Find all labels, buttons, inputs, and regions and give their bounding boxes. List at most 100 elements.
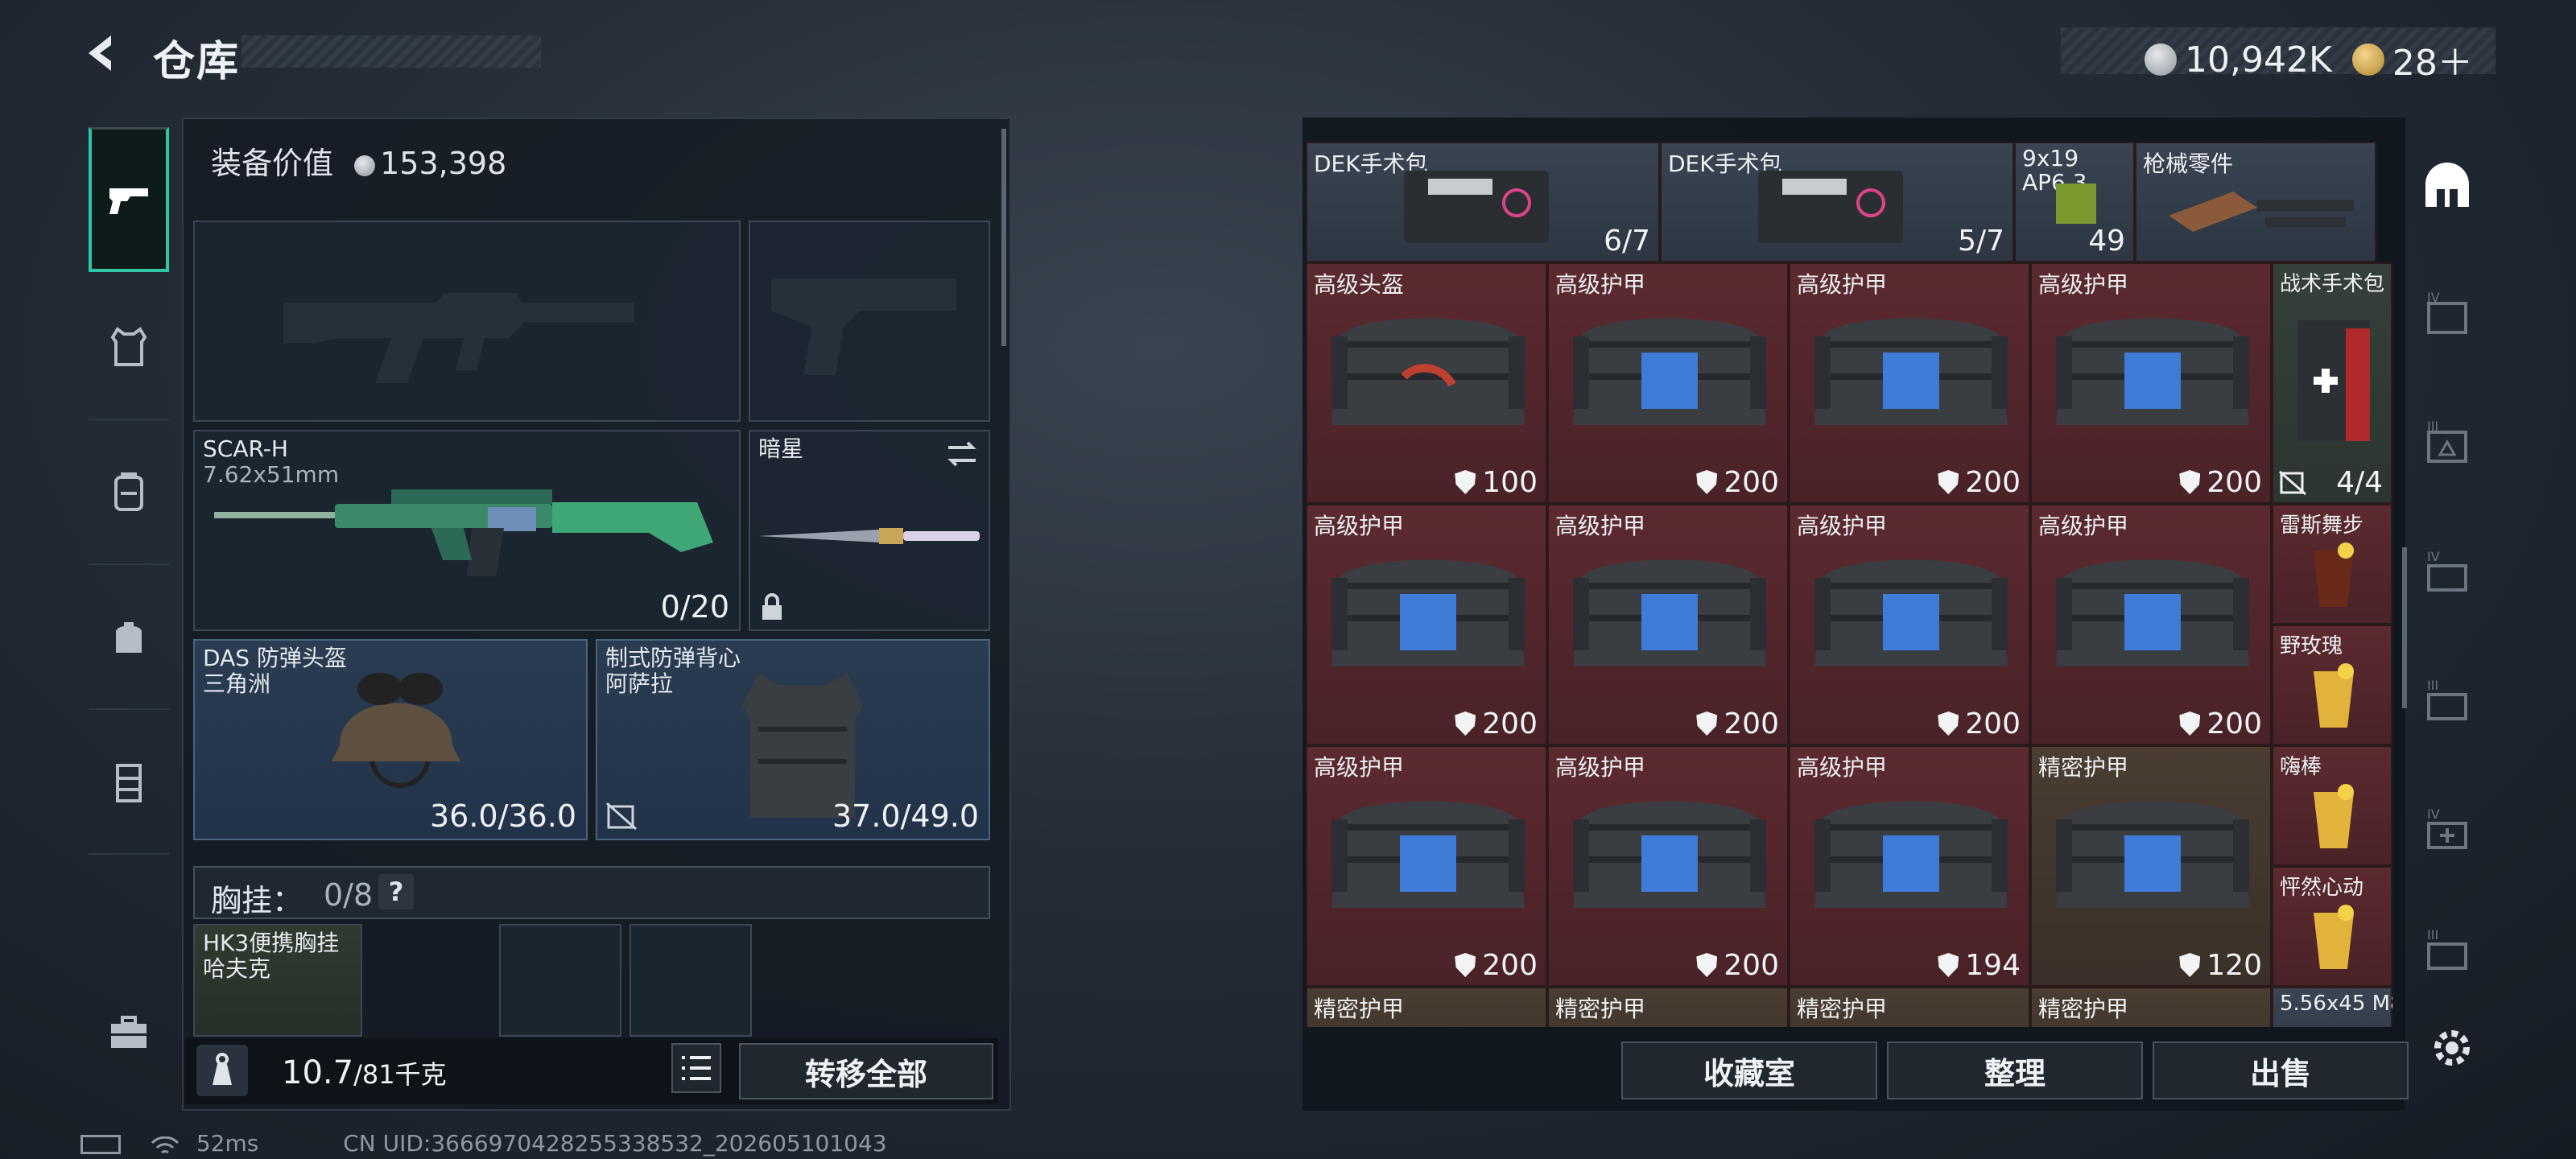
stash-item[interactable]: 高级护甲 200 — [1547, 262, 1789, 504]
vest-slot[interactable]: 制式防弹背心 阿萨拉 37.0/49.0 — [596, 639, 990, 840]
stash-item[interactable]: 高级头盔 100 — [1306, 262, 1547, 504]
stash-item[interactable]: 精密护甲 — [1789, 987, 2030, 1027]
tab-weapons[interactable] — [89, 127, 169, 272]
armor-bag-image — [2056, 318, 2249, 425]
stash-item[interactable]: 战术手术包 4/4 — [2272, 262, 2392, 504]
tab-storage-3c[interactable]: III — [2415, 901, 2479, 998]
silver-coin-icon — [354, 155, 376, 176]
drink-image — [2314, 663, 2354, 728]
item-name: 精密护甲 — [2038, 754, 2129, 781]
stash-item[interactable]: 枪械零件 — [2135, 142, 2376, 262]
stash-item[interactable]: 9x19 AP6.3 49 — [2014, 142, 2135, 262]
settings-icon[interactable] — [2428, 1024, 2476, 1072]
tab-rig[interactable] — [89, 710, 169, 855]
rig-item[interactable]: HK3便携胸挂 哈夫克 — [193, 924, 362, 1037]
item-durability: 194 — [1938, 949, 2021, 982]
tab-backpack[interactable] — [89, 420, 169, 565]
collection-button[interactable]: 收藏室 — [1621, 1041, 1877, 1099]
sort-button[interactable]: 整理 — [1887, 1041, 2143, 1099]
stash-item[interactable]: DEK手术包 5/7 — [1660, 142, 2014, 262]
vest-name: 制式防弹背心 — [605, 645, 741, 671]
sidearm-slot[interactable] — [749, 221, 990, 422]
storage-icon: III — [2427, 678, 2467, 720]
pistol-icon — [109, 188, 148, 214]
stash-item[interactable]: 高级护甲 200 — [1547, 504, 1789, 745]
item-name: 高级护甲 — [1555, 513, 1646, 539]
tab-storage-3b[interactable]: III — [2415, 644, 2479, 757]
secondary-weapon-slot[interactable] — [193, 221, 741, 422]
bag-icon — [116, 622, 142, 653]
list-view-button[interactable] — [671, 1043, 721, 1093]
item-name: 5.56x45 M855A1 — [2280, 992, 2392, 1016]
stash-item[interactable]: 嗨棒 — [2272, 745, 2392, 866]
storage-icon: IV — [2427, 290, 2467, 334]
stash-item[interactable]: 5.56x45 M855A1 — [2272, 987, 2392, 1027]
stash-item[interactable]: 高级护甲 194 — [1789, 745, 2030, 987]
stash-item[interactable]: 高级护甲 200 — [2030, 262, 2272, 504]
item-name: 高级护甲 — [2038, 513, 2129, 539]
shield-icon — [2179, 953, 2201, 977]
item-durability: 200 — [1455, 707, 1538, 740]
equipment-tabs — [80, 118, 180, 1083]
stash-item[interactable]: 高级护甲 200 — [1789, 504, 2030, 745]
helmet-image — [332, 673, 460, 788]
shield-icon — [1938, 953, 1959, 977]
svg-text:IV: IV — [2427, 806, 2440, 822]
tab-storage-4[interactable]: IV — [2415, 258, 2479, 370]
svg-text:III: III — [2427, 419, 2438, 434]
stash-item[interactable]: 精密护甲 120 — [2030, 745, 2272, 987]
svg-text:III: III — [2427, 927, 2438, 942]
rig-count: 0/8 — [324, 877, 374, 913]
stash-item[interactable]: 精密护甲 — [1547, 987, 1789, 1027]
melee-slot[interactable]: 暗星 — [749, 430, 990, 631]
kg-icon — [196, 1045, 248, 1096]
item-name: 高级护甲 — [1314, 754, 1405, 781]
swap-icon[interactable] — [945, 439, 979, 468]
tab-storage-4c[interactable]: IV — [2415, 773, 2479, 885]
stash-item[interactable]: 野玫瑰 — [2272, 625, 2392, 745]
tab-storage-4b[interactable]: IV — [2415, 515, 2479, 628]
vest-durability: 37.0/49.0 — [832, 798, 979, 834]
warehouse-icon — [2425, 163, 2469, 207]
loadout-scrollbar[interactable] — [1001, 129, 1006, 346]
tab-storage-3[interactable]: III — [2415, 386, 2479, 499]
storage-icon: III — [2427, 419, 2467, 463]
tab-armor[interactable] — [89, 275, 169, 420]
stash-item[interactable]: 雷斯舞步 — [2272, 504, 2392, 625]
stash-item[interactable]: 高级护甲 200 — [1306, 745, 1547, 987]
item-durability: 200 — [2179, 707, 2262, 740]
rig-slot-empty[interactable] — [499, 924, 621, 1037]
tab-case[interactable] — [89, 959, 169, 1104]
stash-item[interactable]: 精密护甲 — [2030, 987, 2272, 1027]
stash-item[interactable]: 精密护甲 — [1306, 987, 1547, 1027]
back-arrow-icon[interactable] — [77, 29, 126, 77]
stash-item[interactable]: 高级护甲 200 — [1547, 745, 1789, 987]
equip-value-row: 装备价值 153,398 — [211, 138, 506, 183]
transfer-all-button[interactable]: 转移全部 — [739, 1043, 993, 1099]
item-name: 高级头盔 — [1314, 271, 1405, 298]
stash-item[interactable]: 高级护甲 200 — [1306, 504, 1547, 745]
stash-item[interactable]: 高级护甲 200 — [1789, 262, 2030, 504]
helmet-slot[interactable]: DAS 防弹头盔 三角洲 36.0/36.0 — [193, 639, 588, 840]
help-icon[interactable]: ? — [378, 874, 414, 909]
stash-item[interactable]: DEK手术包 6/7 — [1306, 142, 1660, 262]
primary-weapon-slot[interactable]: SCAR-H 7.62x51mm 0/20 — [193, 430, 741, 631]
sell-button[interactable]: 出售 — [2153, 1041, 2409, 1099]
stash-item[interactable]: 怦然心动 — [2272, 866, 2392, 987]
armor-bag-image — [1573, 318, 1766, 425]
rig-slot-empty[interactable] — [630, 924, 752, 1037]
stash-item[interactable]: 高级护甲 200 — [2030, 504, 2272, 745]
armor-bag-image — [1331, 318, 1525, 425]
item-name: 高级护甲 — [1314, 513, 1405, 539]
tab-bag[interactable] — [89, 565, 169, 710]
gun-parts-image — [2169, 192, 2354, 232]
item-durability: 200 — [1455, 949, 1538, 982]
magazine-count: 0/20 — [660, 589, 729, 625]
item-count: 49 — [2088, 225, 2125, 258]
item-count: 5/7 — [1958, 225, 2004, 258]
item-durability: 200 — [1696, 707, 1779, 740]
gold-amount[interactable]: 28＋ — [2392, 43, 2473, 84]
tab-all[interactable] — [2415, 129, 2479, 241]
tactical-medkit-image — [2297, 320, 2370, 441]
weight-current: 10.7 — [282, 1054, 354, 1091]
